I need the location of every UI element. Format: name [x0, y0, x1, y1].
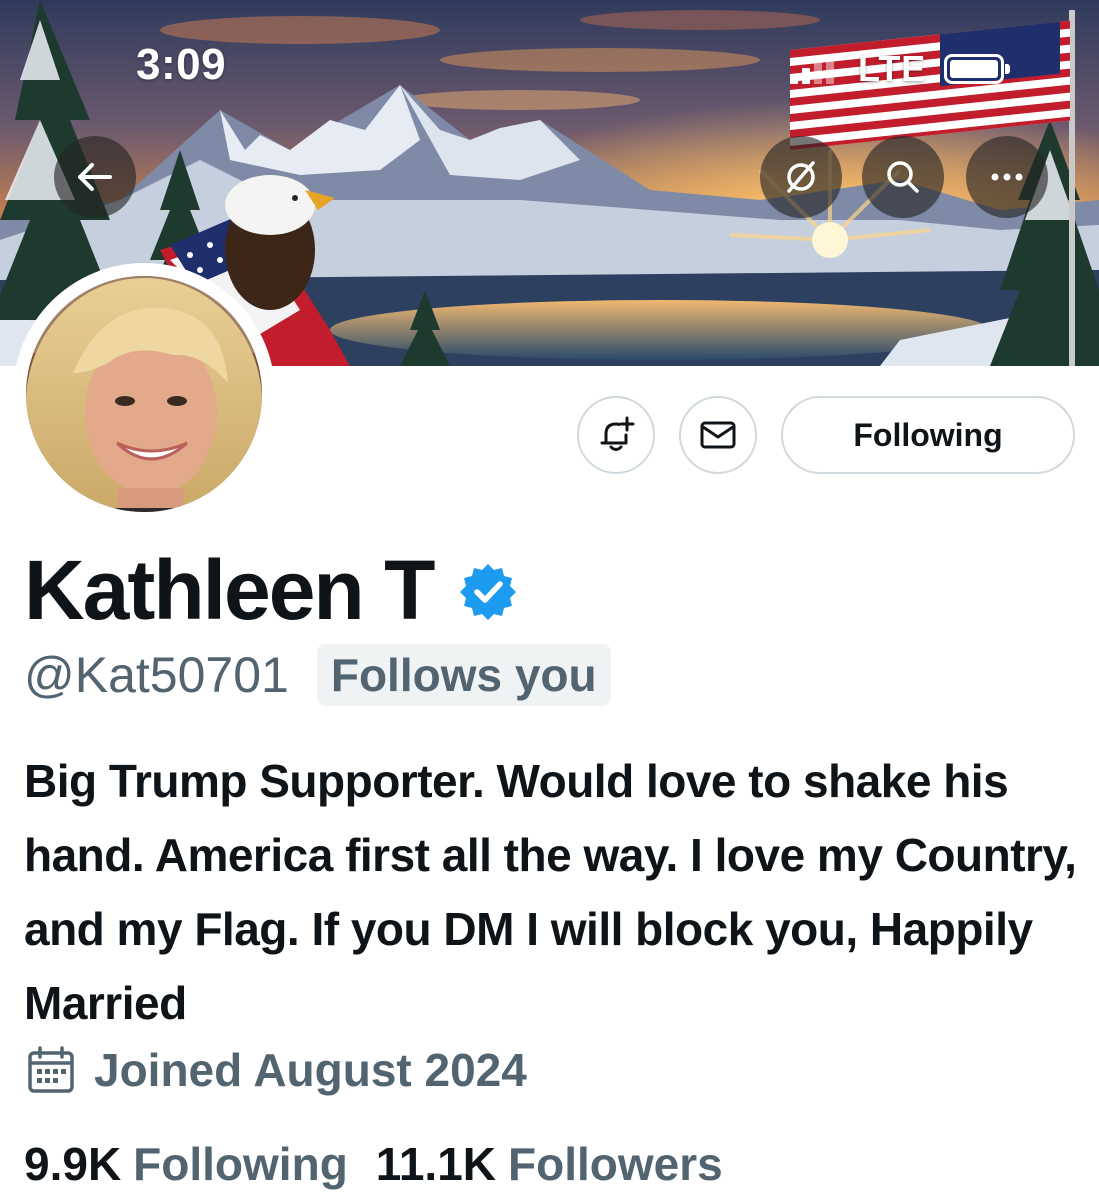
- more-button[interactable]: [966, 136, 1048, 218]
- envelope-icon: [700, 421, 736, 449]
- signal-icon: [790, 54, 834, 84]
- joined-row: Joined August 2024: [24, 1040, 527, 1100]
- bell-plus-icon: [600, 416, 635, 451]
- verified-badge-icon[interactable]: [457, 561, 519, 623]
- name-row: Kathleen T: [24, 540, 519, 640]
- notify-button[interactable]: [577, 396, 655, 474]
- follow-stats: 9.9K Following 11.1K Followers: [24, 1134, 723, 1194]
- search-icon: [887, 161, 919, 193]
- profile-bio: Big Trump Supporter. Would love to shake…: [24, 755, 1077, 1029]
- avatar-image: [13, 263, 275, 525]
- grok-button[interactable]: [760, 136, 842, 218]
- user-handle: @Kat50701: [24, 647, 289, 703]
- follows-you-badge: Follows you: [316, 644, 611, 706]
- more-icon: [991, 173, 1023, 181]
- message-button[interactable]: [679, 396, 757, 474]
- calendar-icon: [28, 1046, 74, 1093]
- profile-avatar[interactable]: [13, 263, 275, 525]
- following-count: 9.9K: [24, 1138, 122, 1190]
- status-time: 3:09: [136, 40, 227, 89]
- joined-date: Joined August 2024: [94, 1044, 527, 1096]
- unfollow-circle-icon: [787, 161, 815, 193]
- back-arrow-icon: [78, 163, 112, 191]
- display-name: Kathleen T: [24, 543, 435, 637]
- search-button[interactable]: [862, 136, 944, 218]
- handle-row: @Kat50701 Follows you: [24, 644, 611, 706]
- followers-stat[interactable]: 11.1K Followers: [376, 1134, 723, 1194]
- back-button[interactable]: [54, 136, 136, 218]
- following-button[interactable]: Following: [781, 396, 1075, 474]
- network-label: LTE: [858, 48, 927, 89]
- following-label: Following: [133, 1138, 348, 1190]
- followers-label: Followers: [508, 1138, 723, 1190]
- status-indicators: LTE: [790, 48, 1011, 90]
- following-stat[interactable]: 9.9K Following: [24, 1134, 348, 1194]
- battery-icon: [944, 54, 1011, 84]
- followers-count: 11.1K: [375, 1138, 497, 1190]
